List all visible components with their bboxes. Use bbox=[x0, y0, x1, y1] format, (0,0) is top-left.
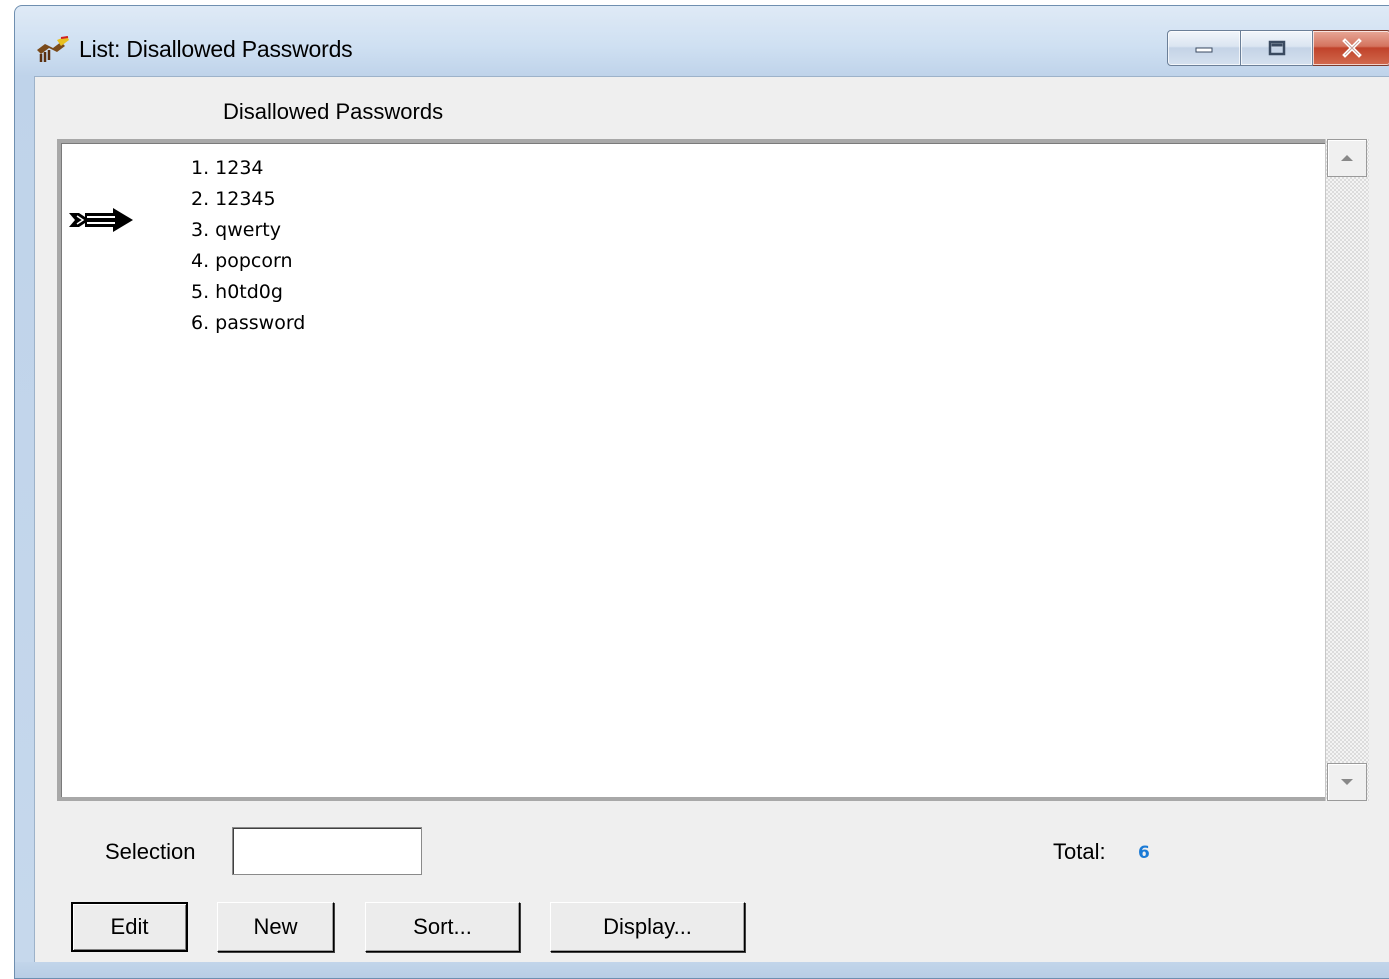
app-icon bbox=[37, 36, 69, 62]
arrow-pointer-icon bbox=[69, 208, 133, 232]
scroll-down-icon bbox=[1341, 779, 1353, 785]
scroll-up-button[interactable] bbox=[1327, 139, 1367, 177]
list-item[interactable]: 3. qwerty bbox=[191, 219, 281, 241]
client-area: Disallowed Passwords 1. 1234 2. 12345 3.… bbox=[34, 76, 1389, 964]
selection-input[interactable] bbox=[232, 827, 422, 875]
maximize-button[interactable] bbox=[1241, 30, 1313, 66]
total-count: 6 bbox=[1138, 843, 1150, 863]
list-item[interactable]: 6. password bbox=[191, 312, 305, 334]
list-header: Disallowed Passwords bbox=[223, 99, 444, 124]
minimize-icon bbox=[1195, 47, 1213, 53]
list-content: 1. 1234 2. 12345 3. qwerty 4. popcorn 5.… bbox=[61, 143, 1369, 797]
display-button[interactable]: Display... bbox=[550, 902, 745, 952]
minimize-button[interactable] bbox=[1167, 30, 1241, 66]
sort-button[interactable]: Sort... bbox=[365, 902, 520, 952]
app-window: List: Disallowed Passwords Disallowed Pa… bbox=[14, 5, 1389, 979]
maximize-icon bbox=[1268, 40, 1285, 56]
scroll-up-icon bbox=[1341, 155, 1353, 161]
new-button[interactable]: New bbox=[217, 902, 334, 952]
selection-label: Selection bbox=[105, 839, 196, 864]
vertical-scrollbar[interactable] bbox=[1325, 139, 1369, 801]
list-item[interactable]: 1. 1234 bbox=[191, 157, 264, 179]
total-label: Total: bbox=[1053, 839, 1106, 864]
window-bottom-border bbox=[15, 962, 1389, 978]
list-item[interactable]: 2. 12345 bbox=[191, 188, 276, 210]
password-list[interactable]: 1. 1234 2. 12345 3. qwerty 4. popcorn 5.… bbox=[57, 139, 1369, 801]
edit-button[interactable]: Edit bbox=[71, 902, 188, 952]
close-icon bbox=[1341, 38, 1362, 58]
window-title: List: Disallowed Passwords bbox=[79, 36, 353, 62]
close-button[interactable] bbox=[1313, 30, 1389, 66]
list-item[interactable]: 5. h0td0g bbox=[191, 281, 283, 303]
title-bar[interactable]: List: Disallowed Passwords bbox=[15, 6, 1389, 74]
scroll-down-button[interactable] bbox=[1327, 763, 1367, 801]
list-item[interactable]: 4. popcorn bbox=[191, 250, 293, 272]
